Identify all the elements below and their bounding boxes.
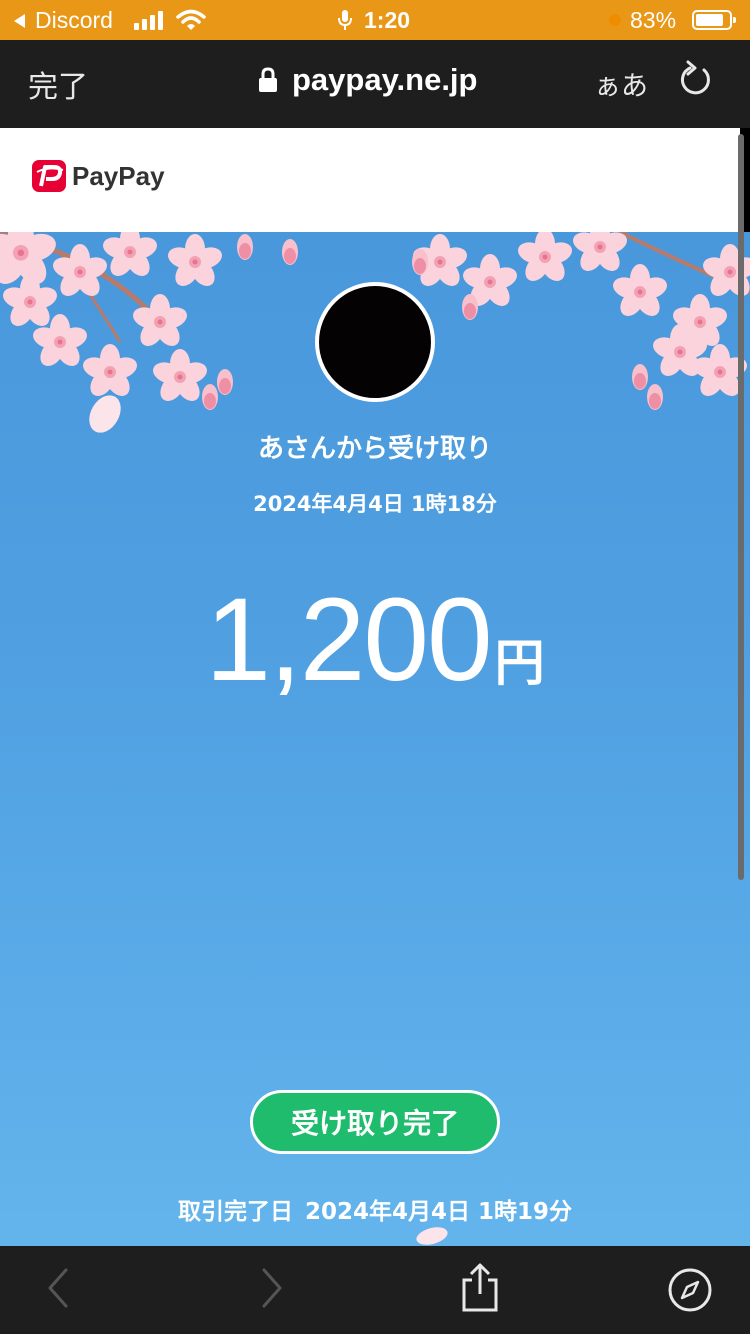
paypay-logo-icon [32,160,66,192]
browser-toolbar [0,1246,750,1334]
url-text: paypay.ne.jp [292,62,478,97]
currency-label: 円 [494,634,545,692]
back-arrow-icon [14,13,25,28]
amount-display: 1,200円 [0,572,750,708]
transfer-date: 2024年4月4日 1時18分 [253,492,497,516]
recording-indicator-dot [609,14,621,26]
transaction-complete-label: 取引完了日 [177,1199,293,1225]
page-scrollbar[interactable] [738,134,744,880]
wifi-icon [176,9,206,30]
received-status-badge: 受け取り完了 [250,1090,500,1154]
received-from-label: あさんから受け取り [257,434,492,464]
paypay-header: PayPay [0,128,740,232]
forward-icon[interactable] [258,1266,286,1310]
back-app-label: Discord [35,7,113,33]
back-to-app-button[interactable]: Discord [14,7,113,34]
compass-icon[interactable] [666,1266,714,1314]
clock: 1:20 [364,7,411,33]
browser-address-bar: 完了 paypay.ne.jp ぁあ [0,40,750,128]
paypay-logo-text: PayPay [72,161,165,191]
battery-percent: 83% [630,7,677,33]
url-field[interactable]: paypay.ne.jp [258,62,478,98]
cellular-signal-icon [134,10,163,30]
lock-icon [259,67,277,92]
sender-avatar [315,282,435,402]
text-size-button[interactable]: ぁあ [594,64,648,103]
reload-icon[interactable] [678,60,714,100]
status-bar: Discord 1:20 83% [0,0,750,40]
amount-value: 1,200 [205,574,492,706]
battery-fill [696,14,723,26]
transaction-complete-date: 取引完了日 2024年4月4日 1時19分 [0,1192,750,1226]
transaction-complete-value: 2024年4月4日 1時19分 [304,1199,573,1225]
done-button[interactable]: 完了 [28,62,88,106]
back-icon[interactable] [44,1266,72,1310]
share-icon[interactable] [458,1262,502,1314]
web-page: PayPay あさんから受け取り 2024年4月4日 1時18分 1,200円 … [0,128,750,1246]
microphone-icon [338,10,352,30]
transfer-hero: あさんから受け取り 2024年4月4日 1時18分 1,200円 受け取り完了 … [0,232,750,1246]
battery-icon [692,10,736,30]
